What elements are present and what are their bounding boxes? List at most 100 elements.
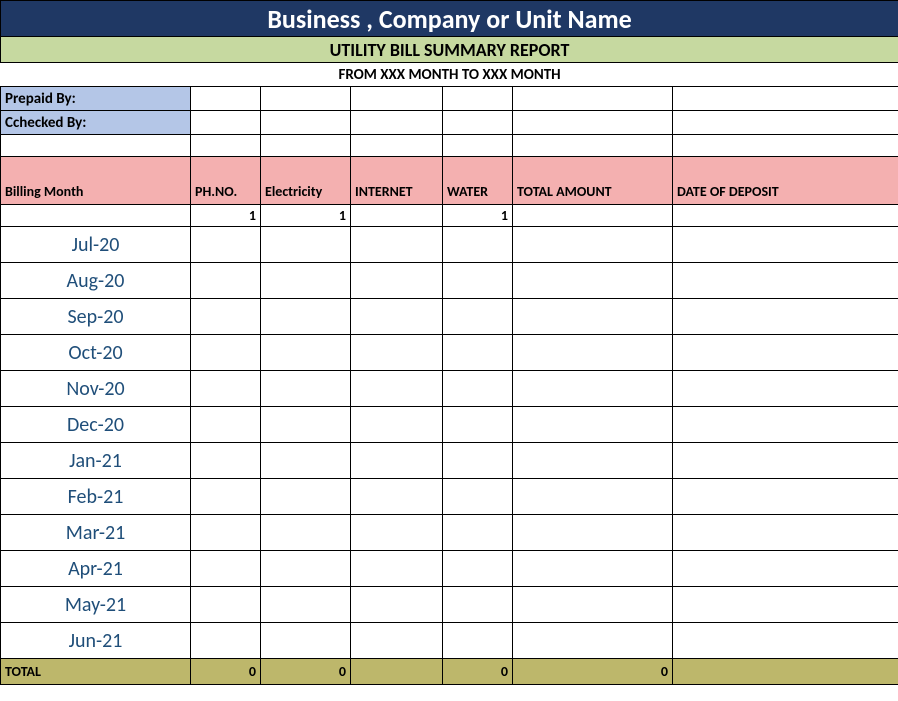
- month-cell[interactable]: Aug-20: [1, 263, 191, 299]
- data-cell[interactable]: [261, 587, 351, 623]
- data-cell[interactable]: [443, 299, 513, 335]
- checked-value[interactable]: [191, 111, 261, 135]
- init-water[interactable]: 1: [443, 205, 513, 227]
- data-cell[interactable]: [261, 479, 351, 515]
- data-cell[interactable]: [443, 623, 513, 659]
- data-cell[interactable]: [443, 443, 513, 479]
- data-cell[interactable]: [513, 515, 673, 551]
- data-cell[interactable]: [191, 515, 261, 551]
- data-cell[interactable]: [351, 335, 443, 371]
- data-cell[interactable]: [443, 371, 513, 407]
- data-cell[interactable]: [191, 551, 261, 587]
- data-cell[interactable]: [191, 623, 261, 659]
- data-cell[interactable]: [261, 335, 351, 371]
- month-cell[interactable]: Jan-21: [1, 443, 191, 479]
- data-cell[interactable]: [513, 299, 673, 335]
- data-cell[interactable]: [673, 299, 898, 335]
- data-cell[interactable]: [513, 479, 673, 515]
- data-cell[interactable]: [513, 227, 673, 263]
- col-electricity: Electricity: [261, 157, 351, 205]
- month-cell[interactable]: Apr-21: [1, 551, 191, 587]
- table-row: Feb-21: [1, 479, 898, 515]
- prepaid-value[interactable]: [191, 87, 261, 111]
- data-cell[interactable]: [513, 623, 673, 659]
- total-amount: 0: [513, 659, 673, 685]
- data-cell[interactable]: [673, 371, 898, 407]
- data-cell[interactable]: [351, 623, 443, 659]
- data-cell[interactable]: [191, 371, 261, 407]
- data-cell[interactable]: [351, 263, 443, 299]
- data-cell[interactable]: [513, 335, 673, 371]
- data-cell[interactable]: [513, 407, 673, 443]
- data-cell[interactable]: [261, 407, 351, 443]
- data-cell[interactable]: [673, 443, 898, 479]
- data-cell[interactable]: [513, 551, 673, 587]
- col-water: WATER: [443, 157, 513, 205]
- data-cell[interactable]: [191, 335, 261, 371]
- init-internet[interactable]: [351, 205, 443, 227]
- table-row: Jun-21: [1, 623, 898, 659]
- data-cell[interactable]: [351, 371, 443, 407]
- data-cell[interactable]: [443, 551, 513, 587]
- data-cell[interactable]: [351, 479, 443, 515]
- data-cell[interactable]: [191, 227, 261, 263]
- data-cell[interactable]: [513, 371, 673, 407]
- data-cell[interactable]: [351, 551, 443, 587]
- init-phno[interactable]: 1: [191, 205, 261, 227]
- data-cell[interactable]: [351, 407, 443, 443]
- month-cell[interactable]: May-21: [1, 587, 191, 623]
- data-cell[interactable]: [673, 551, 898, 587]
- data-cell[interactable]: [673, 587, 898, 623]
- month-cell[interactable]: Sep-20: [1, 299, 191, 335]
- month-cell[interactable]: Nov-20: [1, 371, 191, 407]
- month-cell[interactable]: Jul-20: [1, 227, 191, 263]
- table-row: Oct-20: [1, 335, 898, 371]
- data-cell[interactable]: [673, 479, 898, 515]
- data-cell[interactable]: [351, 299, 443, 335]
- data-cell[interactable]: [673, 623, 898, 659]
- month-cell[interactable]: Dec-20: [1, 407, 191, 443]
- table-row: Jul-20: [1, 227, 898, 263]
- data-cell[interactable]: [351, 227, 443, 263]
- data-cell[interactable]: [351, 587, 443, 623]
- data-cell[interactable]: [261, 551, 351, 587]
- data-cell[interactable]: [191, 479, 261, 515]
- data-cell[interactable]: [191, 263, 261, 299]
- month-cell[interactable]: Mar-21: [1, 515, 191, 551]
- data-cell[interactable]: [261, 263, 351, 299]
- total-label: TOTAL: [1, 659, 191, 685]
- month-cell[interactable]: Feb-21: [1, 479, 191, 515]
- month-cell[interactable]: Jun-21: [1, 623, 191, 659]
- init-electricity[interactable]: 1: [261, 205, 351, 227]
- data-cell[interactable]: [191, 587, 261, 623]
- data-cell[interactable]: [351, 443, 443, 479]
- data-cell[interactable]: [261, 299, 351, 335]
- data-cell[interactable]: [443, 479, 513, 515]
- data-cell[interactable]: [443, 263, 513, 299]
- data-cell[interactable]: [443, 587, 513, 623]
- data-cell[interactable]: [673, 227, 898, 263]
- data-cell[interactable]: [443, 515, 513, 551]
- data-cell[interactable]: [261, 443, 351, 479]
- data-cell[interactable]: [673, 515, 898, 551]
- data-cell[interactable]: [261, 371, 351, 407]
- data-cell[interactable]: [191, 299, 261, 335]
- data-cell[interactable]: [673, 335, 898, 371]
- data-cell[interactable]: [351, 515, 443, 551]
- data-cell[interactable]: [673, 263, 898, 299]
- month-cell[interactable]: Oct-20: [1, 335, 191, 371]
- data-cell[interactable]: [443, 407, 513, 443]
- data-cell[interactable]: [513, 443, 673, 479]
- period-text: FROM XXX MONTH TO XXX MONTH: [1, 63, 898, 87]
- data-cell[interactable]: [443, 227, 513, 263]
- spacer-row: [1, 135, 898, 157]
- data-cell[interactable]: [261, 623, 351, 659]
- data-cell[interactable]: [261, 227, 351, 263]
- data-cell[interactable]: [261, 515, 351, 551]
- data-cell[interactable]: [443, 335, 513, 371]
- data-cell[interactable]: [191, 407, 261, 443]
- data-cell[interactable]: [191, 443, 261, 479]
- data-cell[interactable]: [513, 263, 673, 299]
- data-cell[interactable]: [513, 587, 673, 623]
- data-cell[interactable]: [673, 407, 898, 443]
